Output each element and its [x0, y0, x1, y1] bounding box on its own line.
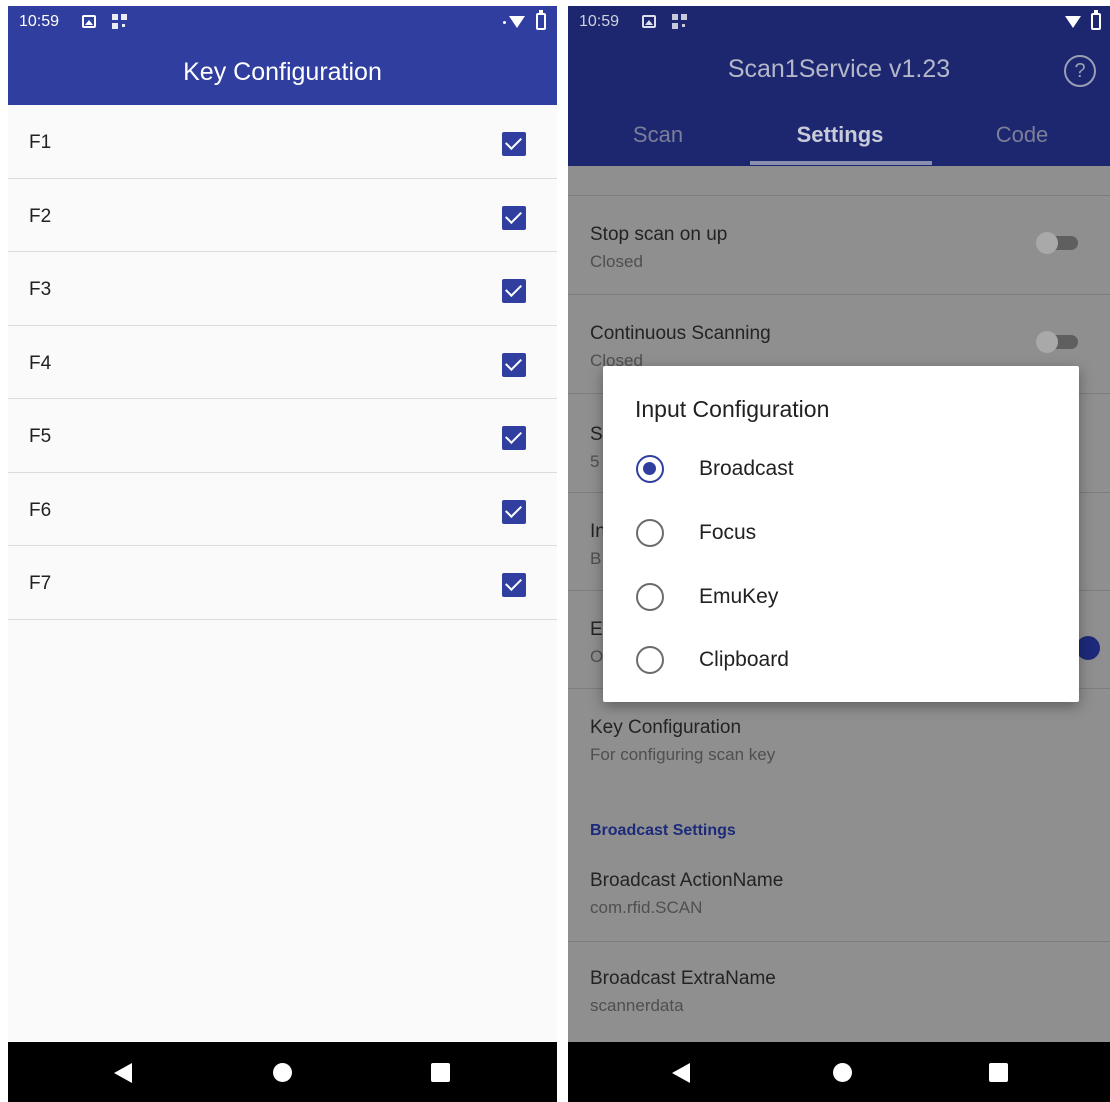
key-label: F2 — [29, 205, 52, 227]
home-icon[interactable] — [273, 1063, 292, 1082]
switch-icon[interactable] — [1036, 331, 1080, 353]
radio-option-emukey[interactable]: EmuKey — [603, 567, 1079, 627]
pref-broadcast-extraname[interactable]: Broadcast ExtraName scannerdata — [568, 942, 1110, 1042]
wifi-icon — [1065, 16, 1081, 28]
home-icon[interactable] — [833, 1063, 852, 1082]
pref-summary: Closed — [590, 252, 643, 271]
checkbox-icon[interactable] — [502, 352, 526, 377]
radio-icon[interactable] — [636, 583, 664, 611]
battery-icon — [536, 10, 546, 30]
radio-label: Focus — [699, 521, 757, 544]
back-icon[interactable] — [114, 1063, 132, 1083]
status-bar: 10:59 — [8, 6, 557, 39]
settings-screen: 10:59 Scan1Service v1.23 ? Scan Settings… — [568, 6, 1110, 1102]
app-title: Scan1Service v1.23 — [727, 55, 951, 83]
radio-label: Clipboard — [699, 648, 789, 671]
key-row-f1[interactable]: F1 — [8, 105, 557, 179]
tab-scan[interactable]: Scan — [568, 122, 748, 148]
key-label: F1 — [29, 132, 52, 153]
pref-summary: com.rfid.SCAN — [590, 898, 703, 917]
pref-title: S — [590, 424, 603, 445]
tab-settings[interactable]: Settings — [750, 122, 930, 148]
pref-item-partial — [568, 166, 1110, 196]
app-bar: 10:59 Key Configuration — [8, 6, 557, 105]
key-row-f3[interactable]: F3 — [8, 252, 557, 326]
radio-icon[interactable] — [636, 646, 664, 674]
checkbox-icon[interactable] — [502, 426, 526, 450]
app-bar: 10:59 Scan1Service v1.23 ? Scan Settings… — [568, 6, 1110, 166]
key-label: F4 — [29, 352, 52, 374]
radio-label: EmuKey — [699, 585, 779, 608]
key-label: F6 — [29, 499, 52, 521]
section-header: Broadcast Settings — [590, 822, 736, 839]
pref-broadcast-actionname[interactable]: Broadcast ActionName com.rfid.SCAN — [568, 844, 1110, 942]
image-icon — [642, 15, 656, 28]
radio-label: Broadcast — [699, 457, 794, 480]
recents-icon[interactable] — [989, 1063, 1008, 1082]
switch-icon[interactable] — [1036, 232, 1080, 254]
radio-icon[interactable] — [636, 519, 664, 547]
radio-option-broadcast[interactable]: Broadcast — [603, 439, 1079, 499]
pref-summary: For configuring scan key — [590, 745, 776, 764]
back-icon[interactable] — [672, 1063, 690, 1083]
wifi-icon — [509, 16, 525, 28]
pref-title: Broadcast ActionName — [590, 870, 784, 891]
input-configuration-dialog: Input Configuration Broadcast Focus EmuK… — [603, 366, 1079, 702]
radio-option-clipboard[interactable]: Clipboard — [603, 630, 1079, 690]
key-list: F1 F2 F3 F4 F5 F6 F7 — [8, 105, 557, 620]
recents-icon[interactable] — [431, 1063, 450, 1082]
page-title: Key Configuration — [183, 58, 382, 86]
pref-summary: scannerdata — [590, 996, 684, 1015]
key-row-f2[interactable]: F2 — [8, 179, 557, 252]
pref-title: E — [590, 619, 603, 640]
status-bar: 10:59 — [568, 6, 1110, 39]
key-row-f4[interactable]: F4 — [8, 326, 557, 399]
key-configuration-screen: 10:59 Key Configuration F1 F2 F3 F4 F5 F… — [8, 6, 557, 1102]
navigation-bar — [568, 1042, 1110, 1102]
key-label: F3 — [29, 279, 52, 300]
key-row-f5[interactable]: F5 — [8, 399, 557, 473]
dialog-title: Input Configuration — [635, 396, 830, 422]
key-row-f7[interactable]: F7 — [8, 546, 557, 620]
checkbox-icon[interactable] — [502, 573, 526, 597]
radio-icon[interactable] — [636, 455, 664, 483]
key-label: F7 — [29, 573, 52, 594]
status-time: 10:59 — [579, 13, 620, 30]
pref-title: Broadcast ExtraName — [590, 968, 776, 989]
help-icon[interactable]: ? — [1064, 55, 1096, 87]
navigation-bar — [8, 1042, 557, 1102]
pref-title: Stop scan on up — [590, 224, 728, 245]
key-row-f6[interactable]: F6 — [8, 473, 557, 546]
status-time: 10:59 — [19, 13, 60, 30]
tab-indicator — [750, 161, 932, 165]
checkbox-icon[interactable] — [502, 279, 526, 303]
pref-key-configuration[interactable]: Key Configuration For configuring scan k… — [568, 689, 1110, 799]
pref-title: Key Configuration — [590, 717, 742, 738]
checkbox-icon[interactable] — [502, 132, 526, 156]
key-label: F5 — [29, 426, 52, 447]
pref-title: Continuous Scanning — [590, 323, 771, 344]
qr-icon — [672, 14, 687, 29]
checkbox-icon[interactable] — [502, 205, 526, 230]
pref-stop-scan[interactable]: Stop scan on up Closed — [568, 196, 1110, 295]
pref-summary: O — [590, 647, 604, 666]
switch-thumb-on[interactable] — [1076, 636, 1100, 660]
signal-dot-icon — [503, 21, 506, 24]
qr-icon — [112, 14, 127, 29]
tab-code[interactable]: Code — [932, 122, 1110, 148]
radio-option-focus[interactable]: Focus — [603, 503, 1079, 563]
image-icon — [82, 15, 96, 28]
battery-icon — [1091, 10, 1101, 30]
pref-summary: 5 — [590, 452, 600, 471]
checkbox-icon[interactable] — [502, 499, 526, 524]
pref-summary: B — [590, 549, 602, 568]
